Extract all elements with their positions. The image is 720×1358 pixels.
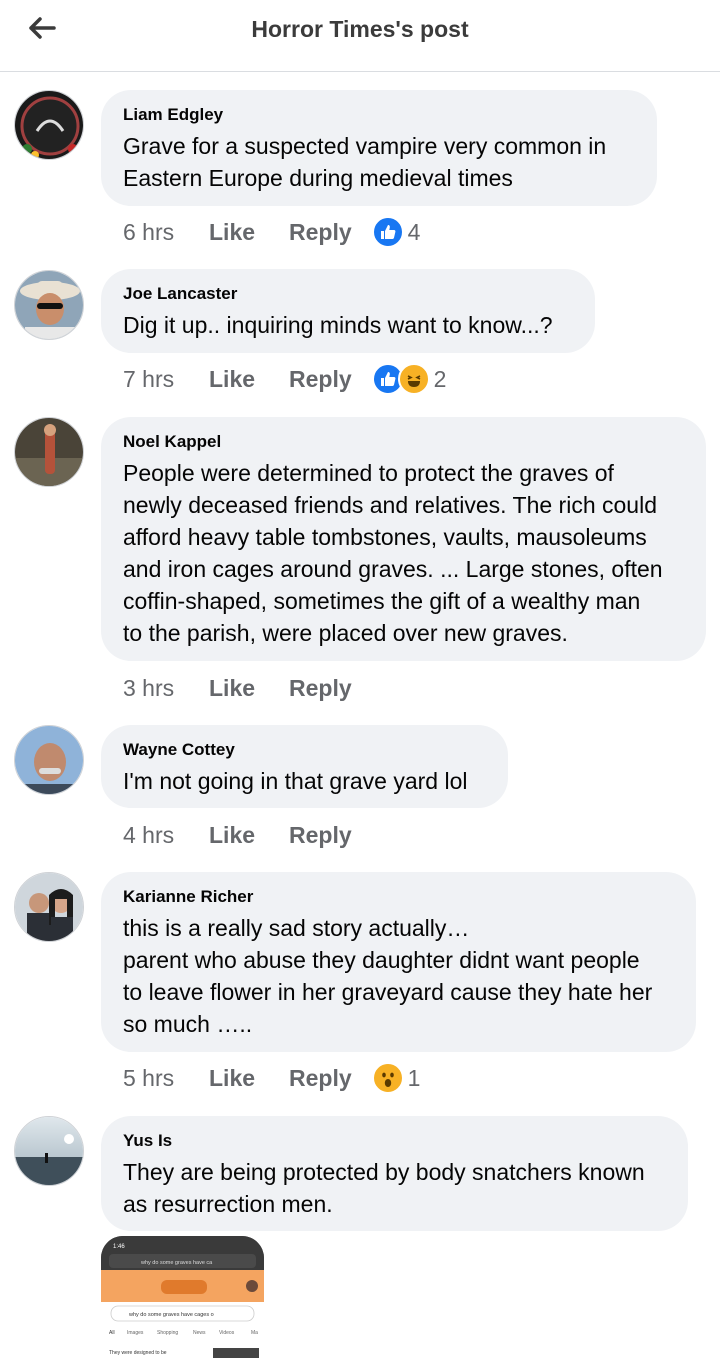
comment-time[interactable]: 7 hrs [123,366,209,393]
attachment-search: why do some graves have cages o [128,1312,214,1318]
comment-time[interactable]: 5 hrs [123,1065,209,1092]
avatar[interactable] [14,1116,84,1186]
comment-author[interactable]: Karianne Richer [123,886,674,908]
reply-button[interactable]: Reply [289,675,352,702]
like-button[interactable]: Like [209,675,255,702]
comment-text: I'm not going in that grave yard lol [123,768,468,794]
reaction-summary[interactable]: 2 [371,363,447,395]
reaction-count: 1 [407,1064,421,1091]
attachment-screenshot[interactable]: 1:46 why do some graves have ca why do s… [101,1236,264,1358]
like-button[interactable]: Like [209,822,255,849]
comment-author[interactable]: Liam Edgley [123,104,635,126]
attachment-snippet: They were designed to be [109,1350,167,1356]
avatar[interactable] [14,725,84,795]
comment-actions: 5 hrs Like Reply 1 [123,1062,420,1094]
attachment-url: why do some graves have ca [140,1260,213,1266]
comment-bubble: Wayne Cottey I'm not going in that grave… [101,725,508,808]
comment-actions: 3 hrs Like Reply [123,672,386,704]
comment-text: People were determined to protect the gr… [123,460,663,646]
avatar[interactable] [14,872,84,942]
tab-videos: Videos [219,1330,235,1336]
comment-actions: 4 hrs Like Reply [123,819,386,851]
reaction-count: 2 [433,365,447,392]
wow-reaction-icon [371,1062,404,1094]
comment-bubble: Yus Is They are being protected by body … [101,1116,688,1231]
comment-bubble: Liam Edgley Grave for a suspected vampir… [101,90,657,206]
comment-author[interactable]: Wayne Cottey [123,739,486,761]
tab-news: News [193,1330,206,1336]
comment-author[interactable]: Joe Lancaster [123,283,573,305]
reply-button[interactable]: Reply [289,1065,352,1092]
reaction-summary[interactable]: 4 [371,216,421,248]
comment-bubble: Joe Lancaster Dig it up.. inquiring mind… [101,269,595,353]
like-button[interactable]: Like [209,219,255,246]
comment-text: Dig it up.. inquiring minds want to know… [123,312,553,338]
comment-actions: 6 hrs Like Reply 4 [123,216,420,248]
top-bar: Horror Times's post [0,0,720,72]
reply-button[interactable]: Reply [289,822,352,849]
avatar[interactable] [14,270,84,340]
comment-text: They are being protected by body snatche… [123,1159,645,1217]
comment-author[interactable]: Noel Kappel [123,431,684,453]
tab-all: All [109,1330,115,1336]
like-button[interactable]: Like [209,1065,255,1092]
like-reaction-icon [371,216,404,248]
reply-button[interactable]: Reply [289,366,352,393]
comment-time[interactable]: 3 hrs [123,675,209,702]
reply-button[interactable]: Reply [289,219,352,246]
comment-bubble: Noel Kappel People were determined to pr… [101,417,706,661]
status-time: 1:46 [113,1244,125,1250]
tab-images: Images [127,1330,144,1336]
page-title: Horror Times's post [251,16,469,42]
comment-text: Grave for a suspected vampire very commo… [123,133,607,191]
comment-actions: 7 hrs Like Reply 2 [123,363,446,395]
avatar[interactable] [14,417,84,487]
comment-author[interactable]: Yus Is [123,1130,666,1152]
comment-time[interactable]: 4 hrs [123,822,209,849]
haha-reaction-icon [397,363,430,395]
comment-text: this is a really sad story actually… par… [123,915,653,1037]
tab-more: Ma [251,1330,258,1336]
comment-time[interactable]: 6 hrs [123,219,209,246]
comment-bubble: Karianne Richer this is a really sad sto… [101,872,696,1052]
reaction-count: 4 [407,218,421,245]
avatar[interactable] [14,90,84,160]
tab-shopping: Shopping [157,1330,178,1336]
reaction-summary[interactable]: 1 [371,1062,421,1094]
like-button[interactable]: Like [209,366,255,393]
